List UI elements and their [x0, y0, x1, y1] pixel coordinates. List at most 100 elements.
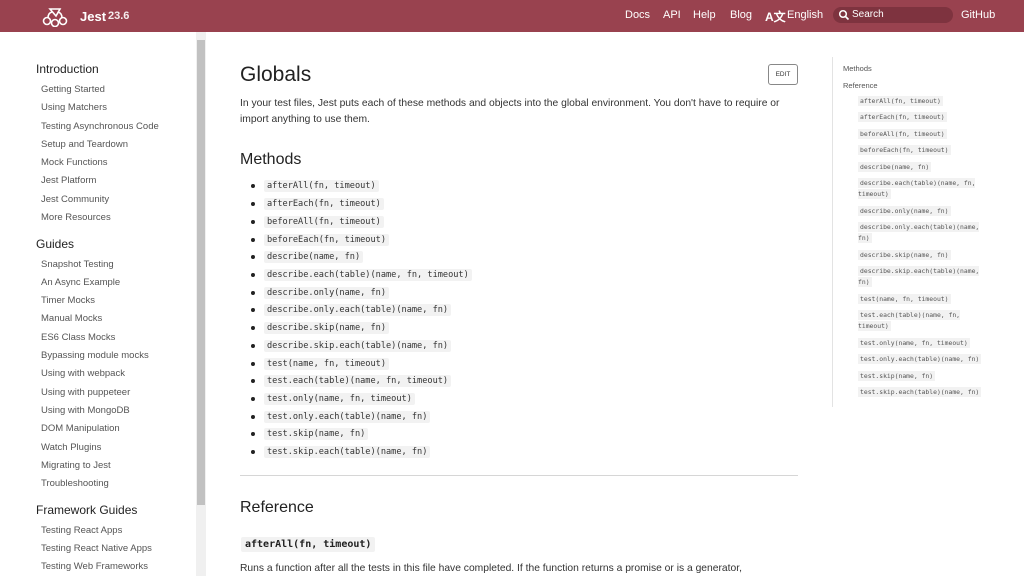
- sidebar-item-snapshot-testing[interactable]: Snapshot Testing: [41, 259, 114, 270]
- jest-logo-icon[interactable]: [42, 5, 68, 27]
- toc-link-reference[interactable]: Reference: [843, 81, 878, 90]
- sidebar-item-manual-mocks[interactable]: Manual Mocks: [41, 313, 102, 324]
- nav-language[interactable]: English: [787, 9, 823, 21]
- edit-button[interactable]: EDIT: [768, 64, 798, 85]
- sidebar-item-testing-react[interactable]: Testing React Apps: [41, 525, 122, 536]
- toc-item-label: describe.only(name, fn): [858, 206, 951, 216]
- sidebar-item-timer-mocks[interactable]: Timer Mocks: [41, 295, 95, 306]
- sidebar-item-setup-teardown[interactable]: Setup and Teardown: [41, 139, 128, 150]
- sidebar-item-testing-web-frameworks[interactable]: Testing Web Frameworks: [41, 561, 148, 572]
- toc-item-label: beforeAll(fn, timeout): [858, 129, 947, 139]
- search-placeholder: Search: [852, 9, 884, 20]
- toc-item-label: beforeEach(fn, timeout): [858, 145, 951, 155]
- toc-item[interactable]: describe.skip(name, fn): [858, 250, 993, 261]
- method-link[interactable]: test.only.each(table)(name, fn): [264, 411, 431, 423]
- sidebar: Introduction Getting Started Using Match…: [0, 32, 196, 576]
- toc-item[interactable]: describe.each(table)(name, fn, timeout): [858, 178, 993, 200]
- bullet: [251, 291, 255, 295]
- sidebar-item-jest-platform[interactable]: Jest Platform: [41, 175, 96, 186]
- toc-item[interactable]: describe.only(name, fn): [858, 206, 993, 217]
- bullet: [251, 397, 255, 401]
- toc-link-methods[interactable]: Methods: [843, 64, 872, 73]
- version-label[interactable]: 23.6: [108, 10, 129, 22]
- toc-item[interactable]: afterAll(fn, timeout): [858, 96, 993, 107]
- sidebar-item-testing-react-native[interactable]: Testing React Native Apps: [41, 543, 152, 554]
- toc-item[interactable]: test.only(name, fn, timeout): [858, 338, 993, 349]
- nav-help[interactable]: Help: [693, 9, 716, 21]
- toc-item[interactable]: beforeEach(fn, timeout): [858, 145, 993, 156]
- toc-item[interactable]: beforeAll(fn, timeout): [858, 129, 993, 140]
- translate-icon[interactable]: A文: [765, 8, 786, 25]
- method-link[interactable]: test.each(table)(name, fn, timeout): [264, 375, 452, 387]
- search-icon: [838, 9, 850, 21]
- toc-item[interactable]: afterEach(fn, timeout): [858, 112, 993, 123]
- sidebar-section-introduction[interactable]: Introduction: [36, 62, 99, 76]
- method-link[interactable]: describe.only(name, fn): [264, 287, 389, 299]
- toc-item[interactable]: test.only.each(table)(name, fn): [858, 354, 993, 365]
- method-link[interactable]: afterAll(fn, timeout): [264, 180, 379, 192]
- sidebar-item-es6-class-mocks[interactable]: ES6 Class Mocks: [41, 332, 115, 343]
- bullet: [251, 238, 255, 242]
- toc-item[interactable]: describe.only.each(table)(name, fn): [858, 222, 993, 244]
- page-title: Globals: [240, 63, 312, 86]
- sidebar-section-framework-guides[interactable]: Framework Guides: [36, 503, 137, 517]
- bullet: [251, 255, 255, 259]
- reference-heading: Reference: [240, 499, 314, 516]
- bullet: [251, 202, 255, 206]
- sidebar-item-testing-async[interactable]: Testing Asynchronous Code: [41, 121, 159, 132]
- method-link[interactable]: test.skip(name, fn): [264, 428, 369, 440]
- bullet: [251, 344, 255, 348]
- method-link[interactable]: test.only(name, fn, timeout): [264, 393, 415, 405]
- sidebar-scroll-thumb[interactable]: [197, 40, 205, 505]
- toc-item-label: test.each(table)(name, fn, timeout): [858, 310, 961, 331]
- sidebar-item-async-example[interactable]: An Async Example: [41, 277, 120, 288]
- sidebar-item-jest-community[interactable]: Jest Community: [41, 194, 109, 205]
- method-link[interactable]: test.skip.each(table)(name, fn): [264, 446, 431, 458]
- method-link[interactable]: afterEach(fn, timeout): [264, 198, 384, 210]
- toc-item[interactable]: test.skip.each(table)(name, fn): [858, 387, 993, 398]
- method-link[interactable]: describe.each(table)(name, fn, timeout): [264, 269, 472, 281]
- toc-item[interactable]: describe(name, fn): [858, 162, 993, 173]
- sidebar-item-troubleshooting[interactable]: Troubleshooting: [41, 478, 109, 489]
- method-link[interactable]: describe.skip.each(table)(name, fn): [264, 340, 452, 352]
- toc-item[interactable]: test(name, fn, timeout): [858, 294, 993, 305]
- method-link[interactable]: describe.only.each(table)(name, fn): [264, 304, 452, 316]
- sidebar-item-puppeteer[interactable]: Using with puppeteer: [41, 387, 130, 398]
- toc-item-label: describe.only.each(table)(name, fn): [858, 222, 980, 243]
- sidebar-item-more-resources[interactable]: More Resources: [41, 212, 111, 223]
- sidebar-item-mock-functions[interactable]: Mock Functions: [41, 157, 108, 168]
- bullet: [251, 326, 255, 330]
- method-link[interactable]: test(name, fn, timeout): [264, 358, 389, 370]
- sidebar-item-bypassing-module-mocks[interactable]: Bypassing module mocks: [41, 350, 149, 361]
- intro-paragraph: In your test files, Jest puts each of th…: [240, 98, 780, 125]
- method-link[interactable]: beforeEach(fn, timeout): [264, 234, 389, 246]
- bullet: [251, 432, 255, 436]
- brand-name[interactable]: Jest: [80, 9, 106, 24]
- sidebar-item-mongodb[interactable]: Using with MongoDB: [41, 405, 130, 416]
- sidebar-item-getting-started[interactable]: Getting Started: [41, 84, 105, 95]
- toc-item-label: test(name, fn, timeout): [858, 294, 951, 304]
- bullet: [251, 362, 255, 366]
- nav-docs[interactable]: Docs: [625, 9, 650, 21]
- sidebar-item-migrating[interactable]: Migrating to Jest: [41, 460, 111, 471]
- method-link[interactable]: beforeAll(fn, timeout): [264, 216, 384, 228]
- nav-api[interactable]: API: [663, 9, 681, 21]
- reference-entry-title: afterAll(fn, timeout): [241, 537, 376, 552]
- sidebar-item-dom-manipulation[interactable]: DOM Manipulation: [41, 423, 120, 434]
- sidebar-section-guides[interactable]: Guides: [36, 237, 74, 251]
- method-link[interactable]: describe.skip(name, fn): [264, 322, 389, 334]
- method-link[interactable]: describe(name, fn): [264, 251, 364, 263]
- nav-github[interactable]: GitHub: [961, 9, 995, 21]
- toc-item[interactable]: test.each(table)(name, fn, timeout): [858, 310, 993, 332]
- toc-item[interactable]: describe.skip.each(table)(name, fn): [858, 266, 993, 288]
- nav-blog[interactable]: Blog: [730, 9, 752, 21]
- toc-border: [832, 57, 833, 407]
- sidebar-item-webpack[interactable]: Using with webpack: [41, 368, 125, 379]
- search-input[interactable]: [833, 7, 953, 23]
- methods-heading: Methods: [240, 151, 302, 168]
- toc-item-label: test.only.each(table)(name, fn): [858, 354, 982, 364]
- sidebar-item-using-matchers[interactable]: Using Matchers: [41, 102, 107, 113]
- sidebar-item-watch-plugins[interactable]: Watch Plugins: [41, 442, 101, 453]
- toc-item-label: afterEach(fn, timeout): [858, 112, 947, 122]
- toc-item[interactable]: test.skip(name, fn): [858, 371, 993, 382]
